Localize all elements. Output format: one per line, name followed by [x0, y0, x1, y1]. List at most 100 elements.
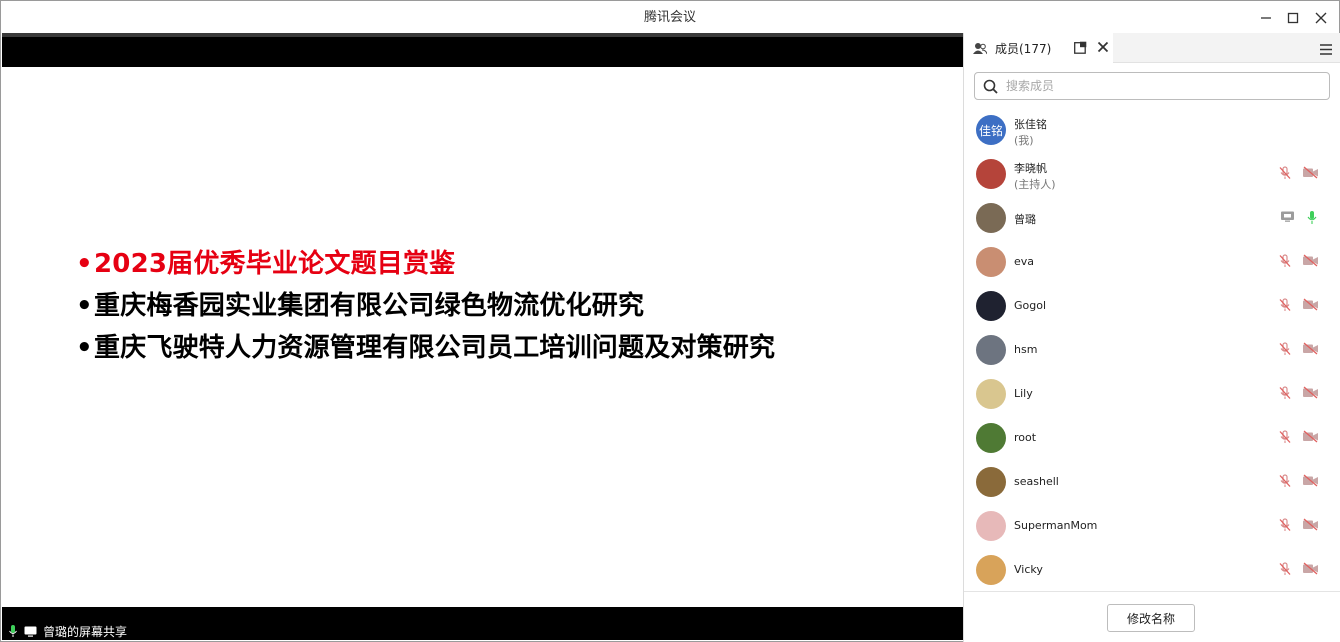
bullet-text: 2023届优秀毕业论文题目赏鉴: [94, 249, 456, 279]
member-name: 张佳铭: [1014, 118, 1047, 131]
camera-off-icon[interactable]: [1302, 254, 1319, 267]
panel-menu-button[interactable]: [1319, 41, 1333, 60]
member-status-icons: [1278, 254, 1319, 268]
camera-off-icon[interactable]: [1302, 518, 1319, 531]
screen-sharing-icon: [1281, 211, 1294, 222]
member-search-input[interactable]: [1006, 79, 1306, 93]
avatar: [976, 159, 1006, 189]
minimize-button[interactable]: [1255, 7, 1277, 29]
member-role: (主持人): [1014, 178, 1056, 191]
microphone-muted-icon[interactable]: [1278, 254, 1292, 268]
screen-share-label: 曾璐的屏幕共享: [43, 624, 128, 639]
bullet-text: 重庆梅香园实业集团有限公司绿色物流优化研究: [94, 291, 645, 321]
avatar: [976, 511, 1006, 541]
popout-icon[interactable]: [1074, 41, 1087, 54]
microphone-muted-icon[interactable]: [1278, 562, 1292, 576]
rename-button[interactable]: 修改名称: [1107, 604, 1195, 632]
microphone-muted-icon[interactable]: [1278, 518, 1292, 532]
camera-off-icon[interactable]: [1302, 298, 1319, 311]
microphone-muted-icon[interactable]: [1278, 430, 1292, 444]
camera-off-icon[interactable]: [1302, 562, 1319, 575]
tab-members[interactable]: 成员(177): [964, 33, 1113, 63]
members-panel: 成员(177) 搜索成员 佳铭 张佳铭 (我) 李晓帆 (主持人) 曾璐 eva…: [963, 33, 1340, 642]
member-name: Lily: [1014, 387, 1033, 400]
member-search-box[interactable]: [974, 72, 1330, 100]
hamburger-menu-icon: [1320, 44, 1332, 55]
member-status-icons: [1278, 298, 1319, 312]
slide-bullet-3: •重庆飞驶特人力资源管理有限公司员工培训问题及对策研究: [76, 327, 775, 369]
member-name: seashell: [1014, 475, 1059, 488]
panel-tab-bar: 成员(177): [964, 33, 1340, 63]
close-window-button[interactable]: [1310, 7, 1332, 29]
avatar: [976, 467, 1006, 497]
member-row[interactable]: SupermanMom: [964, 504, 1340, 548]
screen-share-status: 曾璐的屏幕共享: [2, 620, 127, 642]
microphone-muted-icon[interactable]: [1278, 166, 1292, 180]
bullet-marker: •: [76, 249, 93, 279]
slide-bullet-2: •重庆梅香园实业集团有限公司绿色物流优化研究: [76, 285, 775, 327]
title-bar: 腾讯会议: [1, 1, 1339, 33]
member-row[interactable]: 曾璐: [964, 196, 1340, 240]
bullet-text: 重庆飞驶特人力资源管理有限公司员工培训问题及对策研究: [94, 333, 776, 363]
shared-screen-area[interactable]: •2023届优秀毕业论文题目赏鉴 •重庆梅香园实业集团有限公司绿色物流优化研究 …: [2, 33, 963, 640]
avatar: [976, 247, 1006, 277]
camera-off-icon[interactable]: [1302, 166, 1319, 179]
microphone-muted-icon[interactable]: [1278, 386, 1292, 400]
microphone-muted-icon[interactable]: [1278, 298, 1292, 312]
member-row[interactable]: eva: [964, 240, 1340, 284]
close-icon: [1315, 12, 1327, 24]
member-status-icons: [1278, 386, 1319, 400]
member-row[interactable]: root: [964, 416, 1340, 460]
member-status-icons: [1278, 474, 1319, 488]
microphone-muted-icon[interactable]: [1278, 474, 1292, 488]
avatar: 佳铭: [976, 115, 1006, 145]
microphone-speaking-icon[interactable]: [1305, 210, 1319, 225]
member-name: Vicky: [1014, 563, 1043, 576]
member-name: root: [1014, 431, 1037, 444]
avatar: [976, 203, 1006, 233]
avatar: [976, 335, 1006, 365]
member-status-icons: [1278, 430, 1319, 444]
maximize-button[interactable]: [1282, 7, 1304, 29]
member-status-icons: [1278, 166, 1319, 180]
camera-off-icon[interactable]: [1302, 430, 1319, 443]
member-name: SupermanMom: [1014, 519, 1098, 532]
member-row[interactable]: Lily: [964, 372, 1340, 416]
avatar: [976, 379, 1006, 409]
screen-share-icon: [24, 626, 37, 637]
member-status-icons: [1278, 562, 1319, 576]
member-status-icons: [1278, 342, 1319, 356]
slide-bullet-list: •2023届优秀毕业论文题目赏鉴 •重庆梅香园实业集团有限公司绿色物流优化研究 …: [76, 243, 775, 369]
camera-off-icon[interactable]: [1302, 342, 1319, 355]
search-icon: [983, 79, 998, 94]
microphone-muted-icon[interactable]: [1278, 342, 1292, 356]
avatar: [976, 291, 1006, 321]
member-name: eva: [1014, 255, 1035, 268]
member-status-icons: [1278, 518, 1319, 532]
members-icon: [973, 42, 987, 54]
presentation-slide: •2023届优秀毕业论文题目赏鉴 •重庆梅香园实业集团有限公司绿色物流优化研究 …: [2, 67, 963, 607]
window-title: 腾讯会议: [643, 10, 696, 25]
member-row[interactable]: seashell: [964, 460, 1340, 504]
maximize-icon: [1287, 12, 1299, 24]
camera-off-icon[interactable]: [1302, 386, 1319, 399]
avatar: [976, 555, 1006, 585]
camera-off-icon[interactable]: [1302, 474, 1319, 487]
member-row[interactable]: 佳铭 张佳铭 (我): [964, 108, 1340, 152]
member-row[interactable]: 李晓帆 (主持人): [964, 152, 1340, 196]
meeting-window: 腾讯会议 •2023届优秀毕业论文题目赏鉴 •重庆梅香园实业集团有限公司绿色物流…: [0, 0, 1340, 642]
members-tab-label: 成员(177): [995, 41, 1052, 56]
member-row[interactable]: Vicky: [964, 548, 1340, 592]
microphone-active-icon: [9, 625, 17, 637]
member-role: (我): [1014, 134, 1034, 147]
stage-top-strip: [2, 33, 963, 37]
member-list: 佳铭 张佳铭 (我) 李晓帆 (主持人) 曾璐 eva Gogol hsm Lily root sea…: [964, 108, 1340, 592]
close-panel-icon[interactable]: [1097, 41, 1109, 53]
member-name: 曾璐: [1014, 213, 1036, 226]
member-row[interactable]: hsm: [964, 328, 1340, 372]
member-row[interactable]: Gogol: [964, 284, 1340, 328]
panel-footer: 修改名称: [964, 591, 1340, 642]
member-name: hsm: [1014, 343, 1038, 356]
slide-bullet-1: •2023届优秀毕业论文题目赏鉴: [76, 243, 775, 285]
bullet-marker: •: [76, 333, 93, 363]
